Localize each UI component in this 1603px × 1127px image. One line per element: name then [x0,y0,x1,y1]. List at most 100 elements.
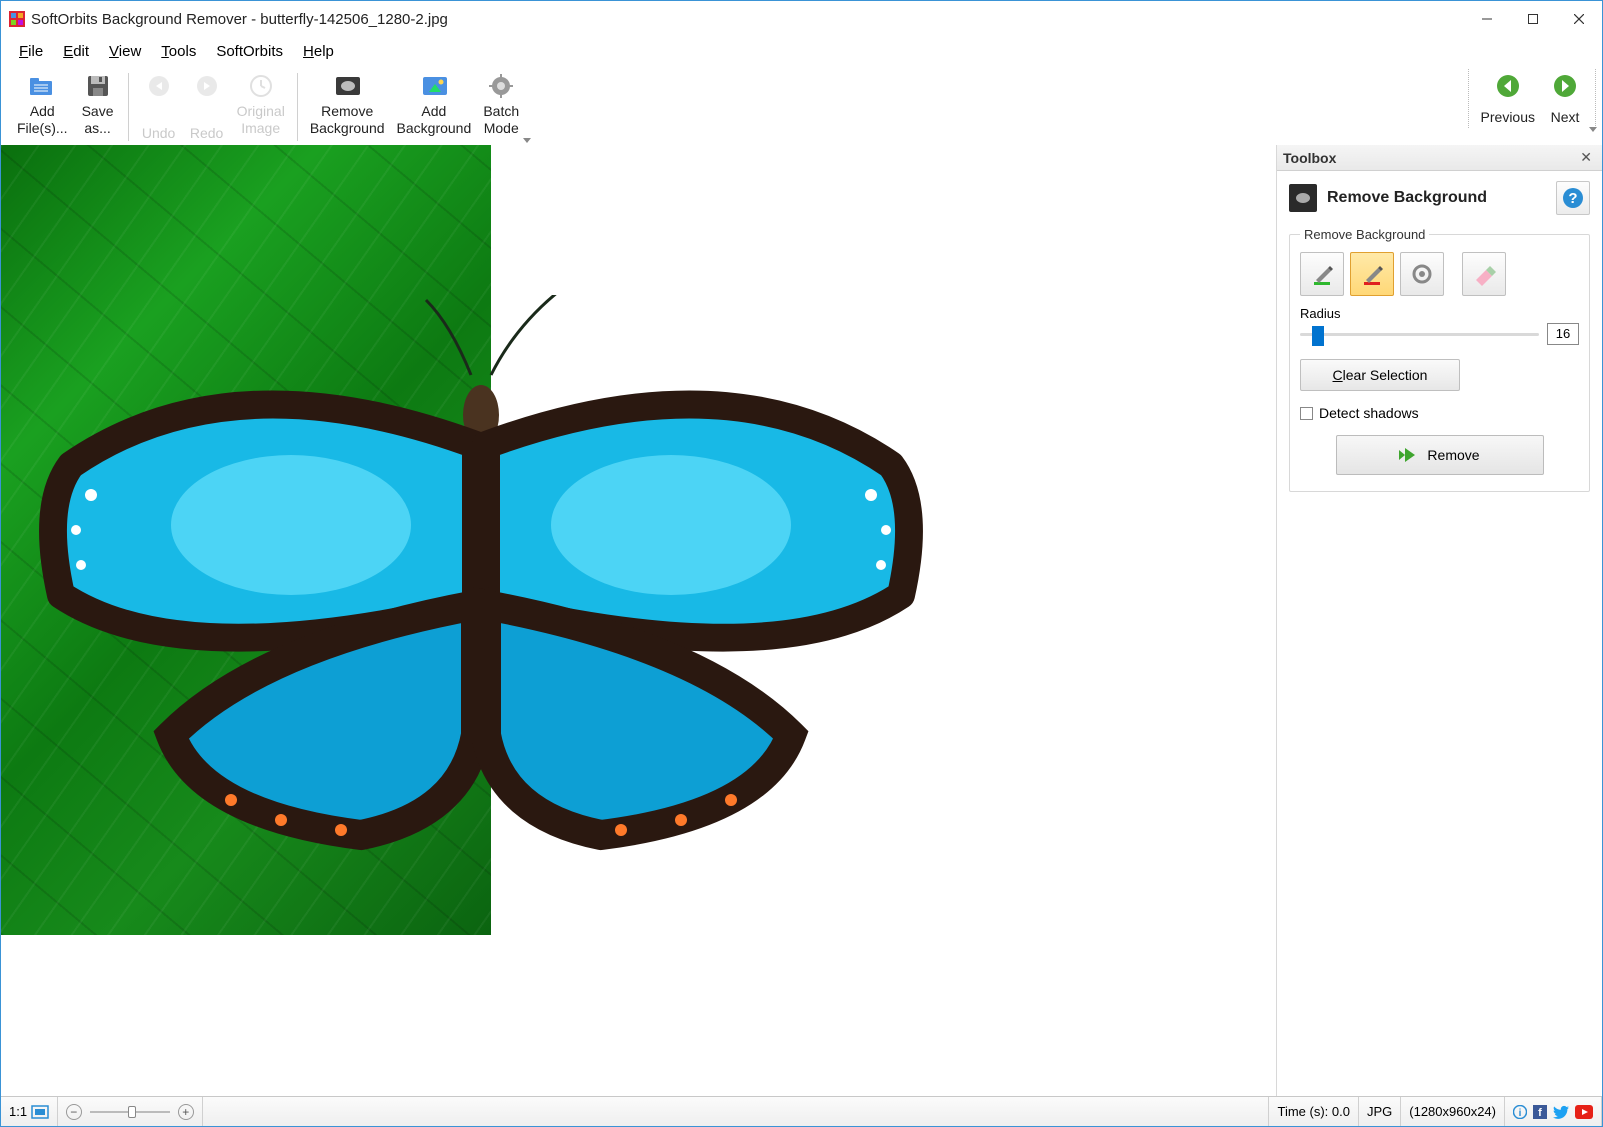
section-title: Remove Background [1327,189,1487,207]
close-button[interactable] [1556,3,1602,35]
add-files-icon [29,73,55,99]
canvas[interactable] [1,145,1276,1096]
add-files-label1: Add [30,103,55,119]
rmbg-label2: Background [310,120,385,136]
butterfly-foreground [31,295,931,855]
menu-file[interactable]: File [9,40,53,63]
arrow-left-icon [1495,73,1521,99]
maximize-button[interactable] [1510,3,1556,35]
rmbg-label1: Remove [321,103,373,119]
batch-label2: Mode [484,120,519,136]
undo-label: Undo [142,125,175,141]
remove-button[interactable]: Remove [1336,435,1544,475]
youtube-icon[interactable] [1575,1105,1593,1119]
save-icon [85,73,111,99]
menu-tools[interactable]: Tools [151,40,206,63]
fit-screen-icon [31,1105,49,1119]
detect-shadows-label: Detect shadows [1319,405,1419,421]
zoom-ratio-label: 1:1 [9,1104,27,1119]
section-icon [1289,184,1317,212]
menu-view[interactable]: View [99,40,151,63]
save-as-label2: as... [84,120,110,136]
app-icon [9,11,25,27]
batch-label1: Batch [483,103,519,119]
remove-label: Remove [1427,447,1479,463]
menu-softorbits[interactable]: SoftOrbits [206,40,293,63]
image-preview [1,145,961,935]
save-as-label1: Save [82,103,114,119]
add-bg-button[interactable]: AddBackground [391,69,478,139]
radius-value[interactable]: 16 [1547,323,1579,345]
arrow-right-icon [1552,73,1578,99]
menu-help[interactable]: Help [293,40,344,63]
zoom-slider[interactable] [90,1105,170,1119]
content-area: Toolbox ✕ Remove Background ? Remove Bac… [1,145,1602,1096]
redo-icon [194,73,220,99]
original-image-button[interactable]: OriginalImage [231,69,291,144]
menu-edit[interactable]: Edit [53,40,99,63]
gear-icon [488,73,514,99]
add-files-label2: File(s)... [17,120,68,136]
clear-selection-button[interactable]: Clear Selection [1300,359,1460,391]
marker-green-button[interactable] [1300,252,1344,296]
zoom-ratio-button[interactable]: 1:1 [1,1097,58,1126]
add-bg-icon [421,73,447,99]
eraser-button[interactable] [1462,252,1506,296]
help-icon: ? [1562,187,1584,209]
info-icon[interactable]: i [1513,1105,1527,1119]
next-button[interactable]: Next [1541,69,1589,128]
app-window: SoftOrbits Background Remover - butterfl… [0,0,1603,1127]
zoom-out-button[interactable]: − [66,1104,82,1120]
radius-label: Radius [1300,306,1579,321]
redo-button[interactable]: Redo [183,69,231,144]
group-legend: Remove Background [1300,227,1429,242]
slider-thumb[interactable] [1312,326,1324,346]
window-title: SoftOrbits Background Remover - butterfl… [31,11,448,28]
marker-red-button[interactable] [1350,252,1394,296]
arrow-right-double-icon [1399,448,1417,462]
detect-shadows-checkbox[interactable] [1300,407,1313,420]
undo-button[interactable]: Undo [135,69,183,144]
orig-label2: Image [241,120,280,136]
undo-icon [146,73,172,99]
wand-icon [1410,262,1434,286]
eraser-icon [1472,262,1496,286]
previous-label: Previous [1481,109,1535,125]
zoom-slider-thumb[interactable] [128,1106,136,1118]
pencil-green-icon [1310,262,1334,286]
toolbar-overflow-icon[interactable] [523,138,531,143]
pencil-red-icon [1360,262,1384,286]
twitter-icon[interactable] [1553,1105,1569,1119]
next-label: Next [1551,109,1580,125]
minimize-button[interactable] [1464,3,1510,35]
titlebar: SoftOrbits Background Remover - butterfl… [1,1,1602,37]
remove-bg-icon [334,73,360,99]
toolbar: AddFile(s)... Saveas... Undo Redo Origin… [1,65,1602,145]
status-format: JPG [1359,1097,1401,1126]
facebook-icon[interactable]: f [1533,1105,1547,1119]
toolbox-header: Toolbox ✕ [1277,145,1602,171]
magic-wand-button[interactable] [1400,252,1444,296]
toolbox-title: Toolbox [1283,150,1336,166]
remove-bg-button[interactable]: RemoveBackground [304,69,391,139]
add-files-button[interactable]: AddFile(s)... [11,69,74,139]
status-spacer [203,1097,1270,1126]
toolbox-panel: Toolbox ✕ Remove Background ? Remove Bac… [1276,145,1602,1096]
radius-slider[interactable] [1300,324,1539,344]
svg-text:i: i [1519,1108,1522,1119]
redo-label: Redo [190,125,223,141]
previous-button[interactable]: Previous [1475,69,1541,128]
toolbox-close-button[interactable]: ✕ [1576,149,1596,166]
clock-icon [248,73,274,99]
batch-mode-button[interactable]: BatchMode [477,69,525,139]
statusbar: 1:1 − + Time (s): 0.0 JPG (1280x960x24) … [1,1096,1602,1126]
addbg-label1: Add [421,103,446,119]
svg-text:f: f [1538,1107,1542,1119]
help-button[interactable]: ? [1556,181,1590,215]
status-dimensions: (1280x960x24) [1401,1097,1505,1126]
nav-overflow-icon[interactable] [1589,127,1597,132]
svg-text:?: ? [1568,190,1577,207]
zoom-in-button[interactable]: + [178,1104,194,1120]
remove-bg-group: Remove Background Radius 16 [1289,227,1590,492]
save-as-button[interactable]: Saveas... [74,69,122,139]
